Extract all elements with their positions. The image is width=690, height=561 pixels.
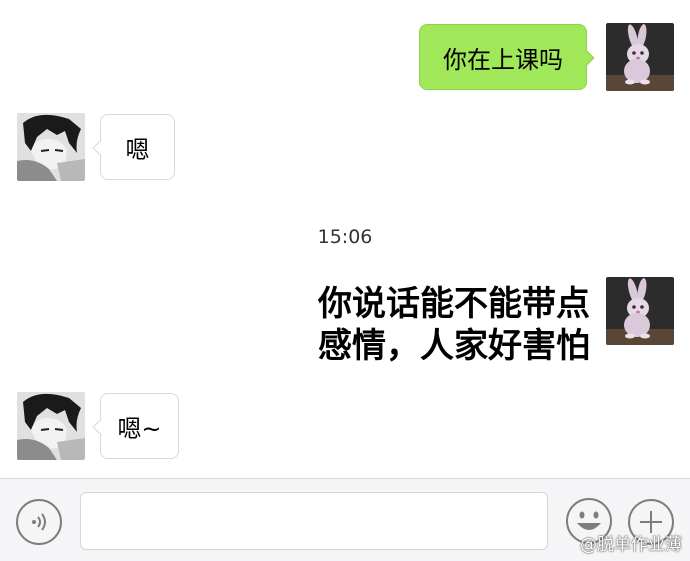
message-text: 嗯~: [117, 414, 162, 443]
message-text: 嗯: [125, 135, 150, 164]
anime-boy-avatar-icon[interactable]: [17, 113, 85, 181]
message-line: 你说话能不能带点: [318, 284, 590, 324]
outgoing-message-bubble[interactable]: 你在上课吗: [419, 24, 587, 90]
chat-message-list[interactable]: 你在上课吗 嗯 15:06 你说话能不能带点 感情，人家好害怕 嗯~: [0, 0, 690, 478]
message-input[interactable]: [80, 492, 548, 550]
outgoing-text-message[interactable]: 你说话能不能带点 感情，人家好害怕: [318, 283, 590, 367]
anime-boy-avatar-icon[interactable]: [17, 392, 85, 460]
message-text: 你在上课吗: [443, 45, 563, 74]
incoming-message-bubble[interactable]: 嗯~: [100, 393, 179, 459]
message-line: 感情，人家好害怕: [318, 326, 590, 366]
message-timestamp: 15:06: [317, 226, 373, 248]
watermark: @脱单作业薄: [580, 535, 682, 555]
bunny-avatar-icon[interactable]: [606, 277, 674, 345]
incoming-message-bubble[interactable]: 嗯: [100, 114, 175, 180]
bunny-avatar-icon[interactable]: [606, 23, 674, 91]
voice-wave-icon[interactable]: [16, 499, 62, 545]
